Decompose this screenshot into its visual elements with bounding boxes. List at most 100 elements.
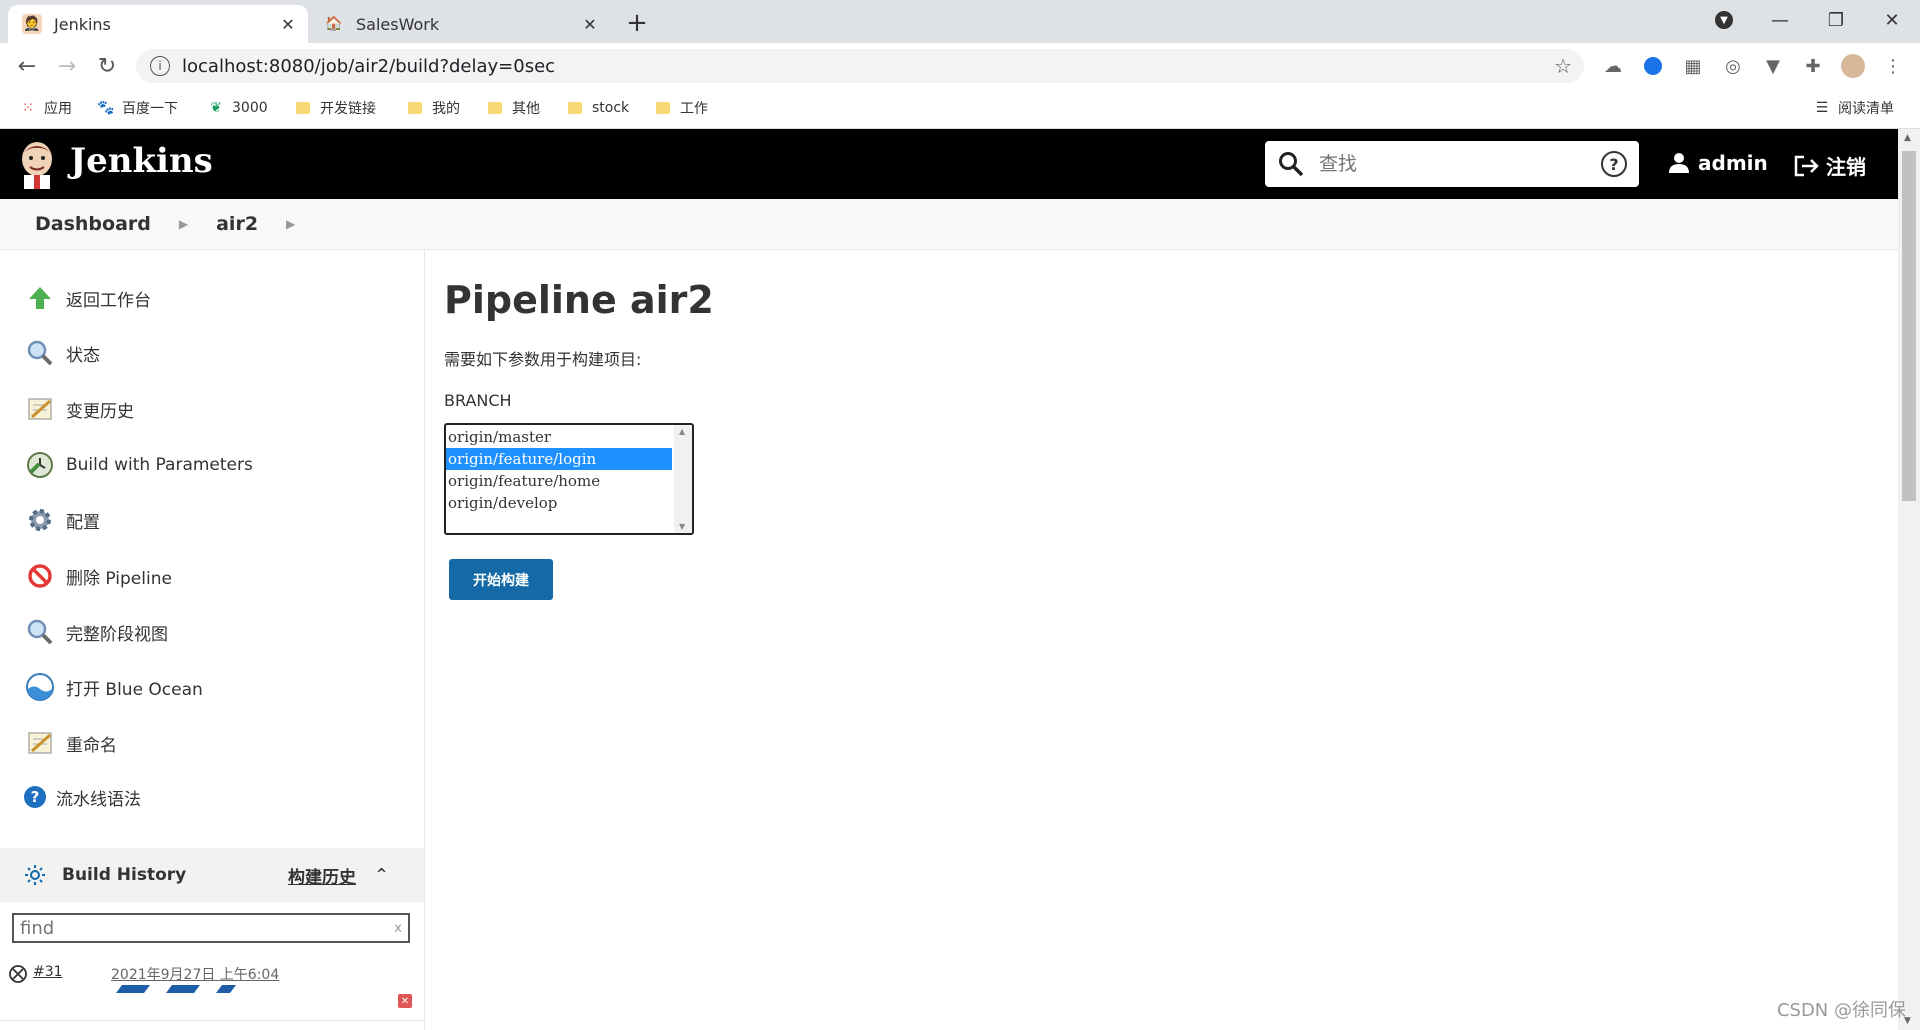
search-icon [1279,152,1304,177]
build-button[interactable]: 开始构建 [449,559,553,600]
page-description: 需要如下参数用于构建项目: [444,350,642,369]
sidebar-item-pipeline-syntax[interactable]: ? 流水线语法 [22,781,141,813]
stop-build-icon[interactable]: ✕ [398,994,412,1008]
minimize-icon: — [1771,9,1789,31]
new-tab-button[interactable]: + [622,8,652,38]
reading-list-icon: ☰ [1815,100,1829,116]
browser-toolbar: ← → ↻ i localhost:8080/job/air2/build?de… [0,43,1920,88]
sidebar-item-build-with-parameters[interactable]: Build with Parameters [24,449,253,481]
logout-icon [1794,155,1819,176]
close-icon: ✕ [1884,9,1900,31]
chevron-right-icon[interactable]: ▶ [179,217,188,231]
sidebar-item-rename[interactable]: 重命名 [24,727,117,759]
logout-link[interactable]: 注销 [1794,151,1866,180]
bookmark-folder-stock[interactable]: stock [568,96,629,120]
help-icon[interactable]: ? [1601,151,1627,177]
extension-vue-icon[interactable]: ▼ [1760,53,1786,79]
url-text: localhost:8080/job/air2/build?delay=0sec [182,55,556,77]
build-date-link[interactable]: 2021年9月27日 上午6:04 [111,964,279,984]
bookmark-apps[interactable]: ⁙ 应用 [20,96,72,120]
minimize-button[interactable]: — [1752,0,1808,40]
blue-ocean-icon [24,671,56,703]
page-scrollbar[interactable]: ▲ ▼ [1898,129,1920,1030]
select-scrollbar[interactable]: ▲ ▼ [674,425,692,533]
restore-icon: ❐ [1827,9,1845,31]
build-filter-input[interactable] [14,916,395,940]
up-arrow-icon [24,282,56,314]
bookmark-folder-work[interactable]: 工作 [656,96,708,120]
extension-panda-icon[interactable]: ◎ [1720,53,1746,79]
bookmark-folder-dev[interactable]: 开发链接 [296,96,376,120]
branch-option-selected[interactable]: origin/feature/login [446,448,672,470]
address-bar[interactable]: i localhost:8080/job/air2/build?delay=0s… [136,49,1584,83]
user-link[interactable]: admin [1668,151,1768,175]
tab-jenkins[interactable]: 🤵 Jenkins ✕ [8,5,308,43]
breadcrumb-air2[interactable]: air2 [216,213,258,235]
sidebar-item-configure[interactable]: 配置 [24,504,100,536]
scrollbar-thumb[interactable] [1902,151,1916,501]
breadcrumb-dashboard[interactable]: Dashboard [35,213,151,235]
no-entry-icon [24,560,56,592]
chevron-right-icon[interactable]: ▶ [286,217,295,231]
watermark: CSDN @徐同保 [1776,1000,1906,1021]
build-history-link[interactable]: 构建历史 [288,863,356,888]
build-number-link[interactable]: #31 [33,964,63,980]
jenkins-brand[interactable]: Jenkins [70,141,213,181]
bookmark-3000[interactable]: ❦ 3000 [208,96,268,120]
extension-grid-icon[interactable]: ▦ [1680,53,1706,79]
scroll-up-icon[interactable]: ▲ [679,427,685,436]
logout-label: 注销 [1826,155,1866,179]
bookmark-folder-other[interactable]: 其他 [488,96,540,120]
user-name: admin [1698,151,1768,175]
sidebar-item-blue-ocean[interactable]: 打开 Blue Ocean [24,671,203,703]
reload-icon: ↻ [97,53,117,79]
extensions-puzzle-icon[interactable]: ✚ [1800,53,1826,79]
reading-list-button[interactable]: ☰ 阅读清单 [1814,96,1894,120]
extension-blue-icon[interactable] [1640,53,1666,79]
param-label-branch: BRANCH [444,391,512,410]
bookmark-star-icon[interactable]: ☆ [1554,54,1572,78]
bookmark-baidu[interactable]: 🐾 百度一下 [97,96,178,120]
branch-select[interactable]: origin/master origin/feature/login origi… [444,423,694,535]
bookmarks-bar: ⁙ 应用 🐾 百度一下 ❦ 3000 开发链接 我的 其他 stock 工作 ☰… [0,88,1920,129]
restore-button[interactable]: ❐ [1808,0,1864,40]
clear-icon[interactable]: x [394,921,402,936]
bookmark-folder-mine[interactable]: 我的 [408,96,460,120]
sidebar-item-changes[interactable]: 变更历史 [24,393,134,425]
close-icon[interactable]: ✕ [578,12,602,36]
arrow-left-icon: ← [17,53,37,79]
sidebar-item-full-stage-view[interactable]: 完整阶段视图 [24,616,168,648]
apps-grid-icon: ⁙ [22,100,34,116]
jenkins-logo-icon[interactable] [18,139,56,189]
branch-option[interactable]: origin/develop [446,492,672,514]
profile-avatar[interactable] [1840,53,1866,79]
reload-button[interactable]: ↻ [92,51,122,81]
baidu-paw-icon: 🐾 [97,100,115,116]
tab-saleswork[interactable]: 🏠 SalesWork ✕ [310,5,610,43]
search-input[interactable] [1317,152,1601,176]
scroll-down-icon[interactable]: ▼ [679,522,685,531]
chevron-down-icon: ▼ [1715,11,1733,29]
branch-option[interactable]: origin/feature/home [446,470,672,492]
tab-search-button[interactable]: ▼ [1696,0,1752,40]
site-info-icon[interactable]: i [150,56,170,76]
extension-cloud-icon[interactable]: ☁ [1600,53,1626,79]
folder-icon [656,102,670,114]
build-history-title: Build History [62,865,187,885]
close-window-button[interactable]: ✕ [1864,0,1920,40]
chevron-up-icon[interactable]: ⌃ [374,865,389,886]
forward-button[interactable]: → [52,51,82,81]
close-icon[interactable]: ✕ [276,12,300,36]
folder-icon [488,102,502,114]
scroll-up-icon[interactable]: ▲ [1904,133,1911,143]
back-button[interactable]: ← [12,51,42,81]
saleswork-favicon-icon: 🏠 [325,16,343,32]
sidebar-item-back-dashboard[interactable]: 返回工作台 [24,282,151,314]
jenkins-header: Jenkins ? admin 注销 [0,129,1898,199]
sidebar-item-status[interactable]: 状态 [24,337,100,369]
sidebar-item-delete-pipeline[interactable]: 删除 Pipeline [24,560,172,592]
browser-menu-icon[interactable]: ⋮ [1880,53,1906,79]
clock-build-icon [24,449,56,481]
branch-option[interactable]: origin/master [446,426,672,448]
build-filter: x [12,913,410,943]
